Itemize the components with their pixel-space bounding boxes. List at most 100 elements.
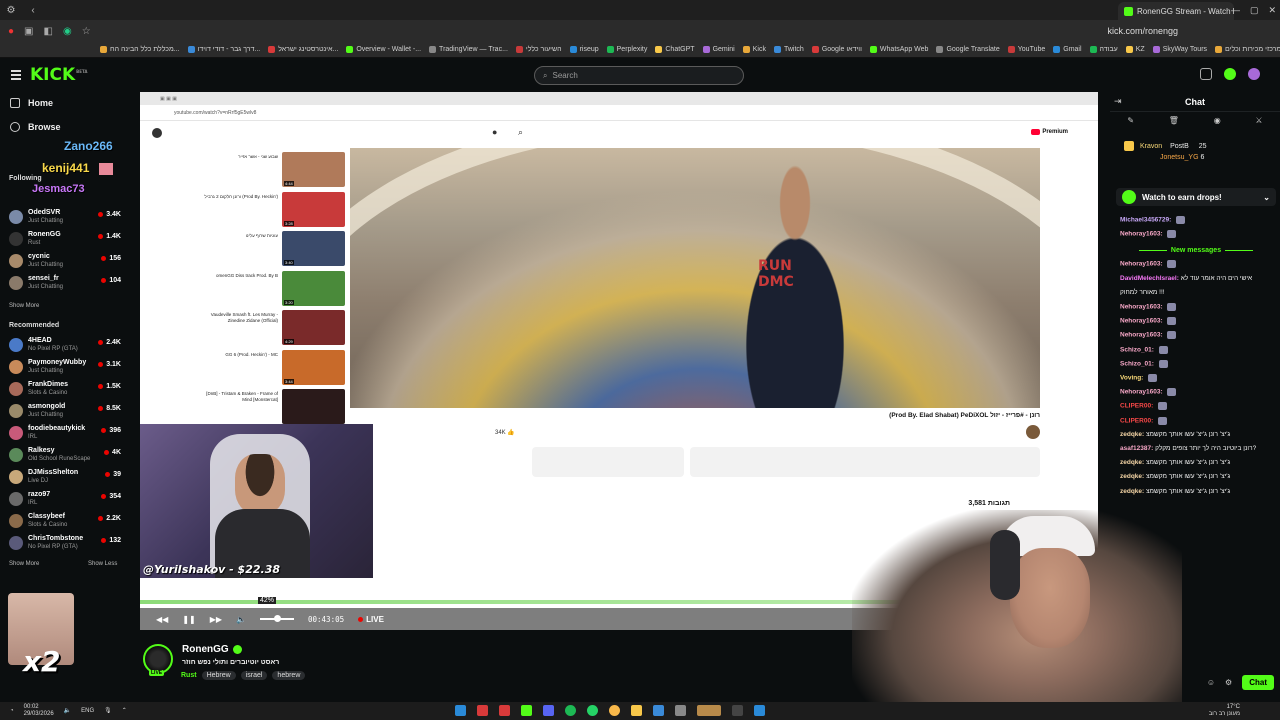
chat-username[interactable]: Nehoray1603:	[1120, 332, 1163, 339]
streamer-name[interactable]: RonenGG	[182, 644, 242, 655]
kick-coin-icon[interactable]	[1224, 68, 1236, 80]
sidebar-channel[interactable]: OdedSVR Just Chatting 3.4K	[9, 208, 121, 228]
channel-avatar[interactable]	[1026, 425, 1040, 439]
bookmark-item[interactable]: Kick	[742, 46, 766, 53]
game-app-icon[interactable]	[697, 705, 721, 716]
chat-username[interactable]: Schizo_01:	[1120, 361, 1154, 368]
bookmark-item[interactable]: אינטרסטינג ישראל...	[268, 46, 338, 53]
notepad-icon[interactable]	[675, 705, 686, 716]
windows-start-icon[interactable]	[754, 705, 765, 716]
chat-username[interactable]: asaf12387:	[1120, 445, 1153, 452]
bookmark-item[interactable]: SkyWay Tours	[1152, 46, 1207, 53]
chrome-icon[interactable]	[609, 705, 620, 716]
cross-swords-icon[interactable]: ⚔	[1255, 116, 1262, 132]
tag-hebrew-2[interactable]: hebrew	[272, 671, 306, 680]
bookmark-star-icon[interactable]: ☆	[82, 26, 91, 37]
taskbar-search-icon[interactable]	[732, 705, 743, 716]
bookmark-item[interactable]: השיעור כללי	[515, 46, 562, 53]
bookmark-item[interactable]: דרך גבר - דודי דוידו...	[187, 46, 260, 53]
chat-username[interactable]: DavidMelechIsrael:	[1120, 275, 1179, 282]
extension-icon[interactable]: ●	[8, 26, 14, 37]
chat-username[interactable]: Nehoray1603:	[1120, 304, 1163, 311]
tray-expand-icon[interactable]: ⌃	[122, 708, 127, 715]
like-button[interactable]: 34K 👍	[495, 429, 515, 436]
chat-username[interactable]: Nehoray1603:	[1120, 231, 1163, 238]
chat-username[interactable]: CLIPER00:	[1120, 417, 1153, 424]
game-category-link[interactable]: Rust	[181, 672, 197, 679]
chat-username[interactable]: Nehoray1603:	[1120, 318, 1163, 325]
close-window-icon[interactable]: ✕	[1268, 5, 1276, 16]
volume-icon[interactable]: 🔈	[236, 615, 246, 624]
chat-send-button[interactable]: Chat	[1242, 674, 1274, 690]
volume-tray-icon[interactable]: 🔈	[64, 708, 71, 715]
mic-icon[interactable]: 🎙	[104, 708, 112, 715]
sidebar-channel[interactable]: razo97 IRL 354	[9, 490, 121, 510]
emote-icon[interactable]: ☺	[1207, 678, 1215, 687]
pin-icon[interactable]: ✎	[1127, 116, 1134, 132]
bookmark-item[interactable]: ChatGPT	[655, 46, 695, 53]
kick-app-icon[interactable]	[521, 705, 532, 716]
sidebar-channel[interactable]: foodiebeautykick IRL 396	[9, 424, 121, 444]
chat-username[interactable]: zedqke:	[1120, 488, 1144, 495]
bookmark-item[interactable]: Google ווידאו	[811, 46, 862, 53]
bookmark-item[interactable]: WhatsApp Web	[869, 46, 928, 53]
whatsapp-icon[interactable]	[587, 705, 598, 716]
youtube-rec-item[interactable]: GG 6 (Prod. Heckin') - MC 3:44	[190, 349, 345, 388]
youtube-rec-item[interactable]: ורונן חלקום 2 גרביל (Prod By. Heckin') 3:…	[190, 191, 345, 230]
show-more-following[interactable]: Show More	[9, 303, 39, 309]
youtube-rec-item[interactable]: Vaudeville Smash ft. Les Murray - Zinedi…	[190, 310, 345, 348]
telegram-icon[interactable]	[455, 705, 466, 716]
search-input[interactable]: ⌕ Search	[534, 66, 744, 85]
forward-icon[interactable]: ▶▶	[210, 615, 222, 624]
sidebar-channel[interactable]: DJMissShelton Live DJ 39	[9, 468, 121, 488]
youtube-rec-item[interactable]: omenGG Diss track Prod. By B 3:20	[190, 270, 345, 309]
bookmark-item[interactable]: Gmail	[1053, 46, 1082, 53]
sidebar-channel[interactable]: PaymoneyWubby Just Chatting 3.1K	[9, 358, 121, 378]
settings-icon[interactable]: ⚙	[1225, 678, 1232, 687]
bookmark-item[interactable]: YouTube	[1007, 46, 1045, 53]
minimize-icon[interactable]: —	[1231, 5, 1240, 15]
sidebar-channel[interactable]: cycnic Just Chatting 156	[9, 252, 121, 272]
show-less-recommended[interactable]: Show Less	[88, 561, 117, 567]
chat-username[interactable]: CLIPER00:	[1120, 403, 1153, 410]
url-field[interactable]: kick.com/ronengg	[1107, 26, 1178, 36]
youtube-rec-item[interactable]: שבוע שני - אשר אזייר 4:44	[190, 152, 345, 190]
bookmark-item[interactable]: Gemini	[702, 46, 735, 53]
sidebar-channel[interactable]: 4HEAD No Pixel RP (GTA) 2.4K	[9, 336, 121, 356]
photos-icon[interactable]	[653, 705, 664, 716]
sidebar-channel[interactable]: ChrisTombstone No Pixel RP (GTA) 132	[9, 534, 121, 554]
nav-home[interactable]: Home	[10, 98, 53, 108]
bookmark-item[interactable]: KZ	[1125, 46, 1145, 53]
rewind-icon[interactable]: ◀◀	[156, 615, 168, 624]
chat-username[interactable]: Nehoray1603:	[1120, 261, 1163, 268]
spotify-icon[interactable]	[565, 705, 576, 716]
bookmark-item[interactable]: riseup	[569, 46, 599, 53]
kick-logo[interactable]: KICKBETA	[30, 65, 87, 85]
browser-menu-icon[interactable]: ⚙	[0, 0, 22, 20]
bookmark-item[interactable]: Overview - Wallet -...	[346, 46, 421, 53]
chat-username[interactable]: zedqke:	[1120, 459, 1144, 466]
hamburger-menu-icon[interactable]	[11, 70, 21, 82]
opera-icon[interactable]	[477, 705, 488, 716]
chat-username[interactable]: Michael3456729:	[1120, 217, 1171, 224]
sidebar-channel[interactable]: Classybeef Slots & Casino 2.2K	[9, 512, 121, 532]
chat-username[interactable]: Nehoray1603:	[1120, 389, 1163, 396]
sidebar-channel[interactable]: sensei_fr Just Chatting 104	[9, 274, 121, 294]
chat-username[interactable]: Schizo_01:	[1120, 346, 1154, 353]
bookmark-item[interactable]: עבודה	[1089, 46, 1118, 53]
earn-drops-banner[interactable]: Watch to earn drops! ⌄	[1116, 188, 1276, 206]
pause-icon[interactable]: ❚❚	[182, 615, 195, 624]
tab-back-icon[interactable]: ‹	[22, 0, 44, 20]
youtube-rec-item[interactable]: [DnB] - Tristam & Braken - Frame of Mind…	[190, 389, 345, 427]
trash-icon[interactable]: 🗑	[1169, 116, 1179, 132]
bookmark-item[interactable]: Twitch	[773, 46, 804, 53]
show-more-recommended[interactable]: Show More	[9, 561, 39, 567]
extension-icon[interactable]: ◧	[44, 26, 53, 37]
tag-hebrew[interactable]: Hebrew	[201, 671, 236, 680]
discord-icon[interactable]	[543, 705, 554, 716]
maximize-icon[interactable]: ▢	[1250, 5, 1259, 16]
chat-username[interactable]: Voving:	[1120, 375, 1143, 382]
tag-israel[interactable]: israel	[240, 671, 268, 680]
chat-username[interactable]: zedqke:	[1120, 473, 1144, 480]
youtube-rec-item[interactable]: עוגיות שרוף עלינו 3:40	[190, 231, 345, 269]
